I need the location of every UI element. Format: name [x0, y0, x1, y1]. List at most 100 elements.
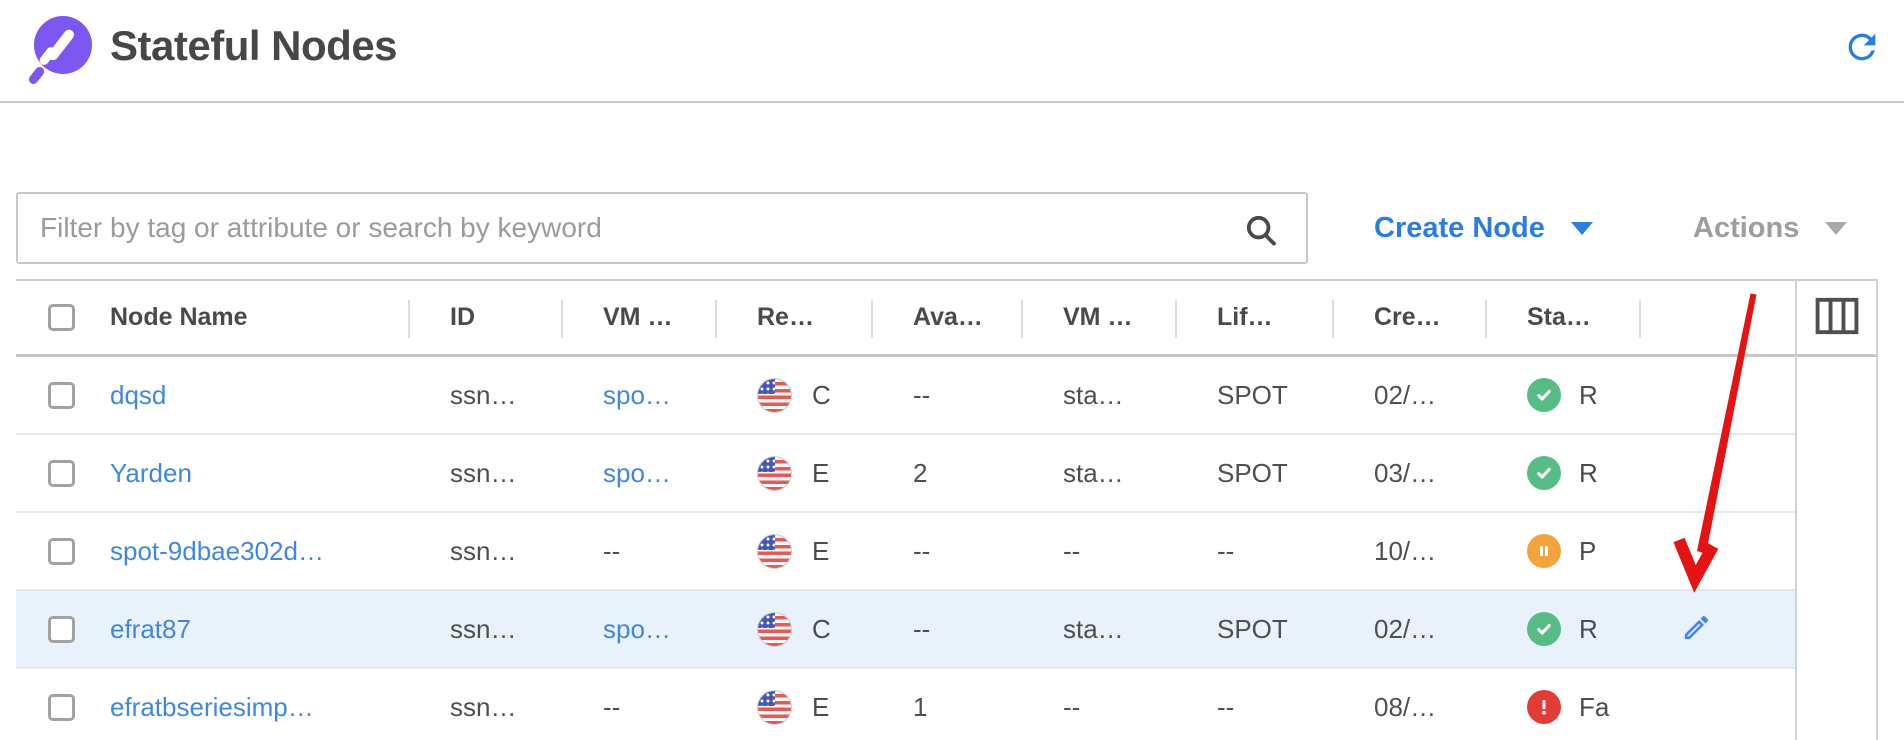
node-name-link[interactable]: Yarden [110, 458, 192, 489]
region-letter: E [812, 458, 829, 489]
vm-state-value: sta… [1063, 614, 1124, 645]
region-cell: C [717, 612, 873, 647]
node-id: ssn… [450, 380, 516, 411]
column-header-status[interactable]: Sta… [1487, 281, 1641, 354]
vm-state-cell: sta… [1023, 458, 1177, 489]
created-cell: 10/… [1334, 536, 1487, 567]
vm-state-cell: sta… [1023, 380, 1177, 411]
column-header-lifecycle[interactable]: Lif… [1177, 281, 1334, 354]
vm-name-link[interactable]: spo… [603, 458, 671, 489]
region-letter: C [812, 380, 831, 411]
app-header: Stateful Nodes [0, 0, 1904, 103]
status-cell: Fa [1487, 690, 1641, 724]
create-node-button[interactable]: Create Node [1374, 192, 1593, 264]
column-picker-header-cell [1797, 281, 1876, 357]
availability-zone-cell: 1 [873, 692, 1023, 723]
row-checkbox[interactable] [48, 694, 75, 721]
error-circle-icon [1527, 690, 1561, 724]
vm-name-cell: spo… [563, 614, 717, 645]
node-name-cell: spot-9dbae302d… [110, 536, 410, 567]
created-value: 02/… [1374, 614, 1436, 645]
column-header-vm_name[interactable]: VM … [563, 281, 717, 354]
vm-name-cell: spo… [563, 380, 717, 411]
region-cell: E [717, 456, 873, 491]
node-name-link[interactable]: spot-9dbae302d… [110, 536, 324, 567]
az-value: 2 [913, 458, 927, 489]
vm-name-cell: -- [563, 536, 717, 567]
actions-button[interactable]: Actions [1693, 192, 1847, 264]
node-name-link[interactable]: dqsd [110, 380, 166, 411]
node-id-cell: ssn… [410, 458, 563, 489]
us-flag-icon [757, 456, 792, 491]
row-select-cell [16, 382, 110, 409]
created-value: 02/… [1374, 380, 1436, 411]
column-header-created[interactable]: Cre… [1334, 281, 1487, 354]
vm-state-value: -- [1063, 536, 1080, 567]
created-cell: 02/… [1334, 614, 1487, 645]
status-cell: P [1487, 534, 1641, 568]
column-header-az[interactable]: Ava… [873, 281, 1023, 354]
lifecycle-cell: SPOT [1177, 458, 1334, 489]
lifecycle-cell: SPOT [1177, 614, 1334, 645]
row-select-cell [16, 616, 110, 643]
region-letter: C [812, 614, 831, 645]
node-name-link[interactable]: efratbseriesimp… [110, 692, 314, 723]
vm-name-link[interactable]: spo… [603, 380, 671, 411]
status-label: R [1579, 380, 1598, 411]
vm-state-cell: -- [1023, 692, 1177, 723]
search-icon [1242, 211, 1280, 249]
column-header-vm_state[interactable]: VM … [1023, 281, 1177, 354]
caret-down-icon [1571, 222, 1593, 235]
select-all-cell [16, 281, 110, 354]
node-name-link[interactable]: efrat87 [110, 614, 191, 645]
check-circle-icon [1527, 456, 1561, 490]
lifecycle-value: -- [1217, 692, 1234, 723]
lifecycle-cell: -- [1177, 692, 1334, 723]
filter-input[interactable] [18, 194, 1306, 262]
us-flag-icon [757, 612, 792, 647]
created-value: 03/… [1374, 458, 1436, 489]
select-all-checkbox[interactable] [48, 304, 75, 331]
az-value: -- [913, 380, 930, 411]
row-checkbox[interactable] [48, 382, 75, 409]
table-row-spot-9dbae302d-: spot-9dbae302d…ssn…--E------10/…P [16, 513, 1795, 591]
node-name-cell: efrat87 [110, 614, 410, 645]
row-select-cell [16, 460, 110, 487]
az-value: -- [913, 614, 930, 645]
create-node-label: Create Node [1374, 212, 1545, 245]
node-name-cell: dqsd [110, 380, 410, 411]
az-value: 1 [913, 692, 927, 723]
status-label: P [1579, 536, 1596, 567]
row-actions-cell [1641, 612, 1795, 646]
column-header-name[interactable]: Node Name [110, 281, 410, 354]
lifecycle-value: -- [1217, 536, 1234, 567]
vm-state-value: sta… [1063, 458, 1124, 489]
us-flag-icon [757, 534, 792, 569]
table-header-row: Node NameIDVM …Re…Ava…VM …Lif…Cre…Sta… [16, 281, 1795, 357]
refresh-button[interactable] [1840, 26, 1884, 70]
row-checkbox[interactable] [48, 616, 75, 643]
column-picker-button[interactable] [1815, 297, 1859, 338]
column-header-id[interactable]: ID [410, 281, 563, 354]
edit-node-button[interactable] [1681, 612, 1712, 646]
column-picker-icon [1815, 297, 1859, 338]
node-name-cell: efratbseriesimp… [110, 692, 410, 723]
row-checkbox[interactable] [48, 538, 75, 565]
vm-name-link[interactable]: spo… [603, 614, 671, 645]
az-value: -- [913, 536, 930, 567]
us-flag-icon [757, 690, 792, 725]
vm-name-empty: -- [603, 692, 620, 723]
node-id: ssn… [450, 536, 516, 567]
column-header-region[interactable]: Re… [717, 281, 873, 354]
table-row-dqsd: dqsdssn…spo…C--sta…SPOT02/…R [16, 357, 1795, 435]
row-checkbox[interactable] [48, 460, 75, 487]
vm-name-cell: -- [563, 692, 717, 723]
check-circle-icon [1527, 378, 1561, 412]
node-id-cell: ssn… [410, 614, 563, 645]
created-cell: 03/… [1334, 458, 1487, 489]
availability-zone-cell: -- [873, 380, 1023, 411]
vm-name-cell: spo… [563, 458, 717, 489]
node-name-cell: Yarden [110, 458, 410, 489]
created-cell: 02/… [1334, 380, 1487, 411]
node-id: ssn… [450, 692, 516, 723]
